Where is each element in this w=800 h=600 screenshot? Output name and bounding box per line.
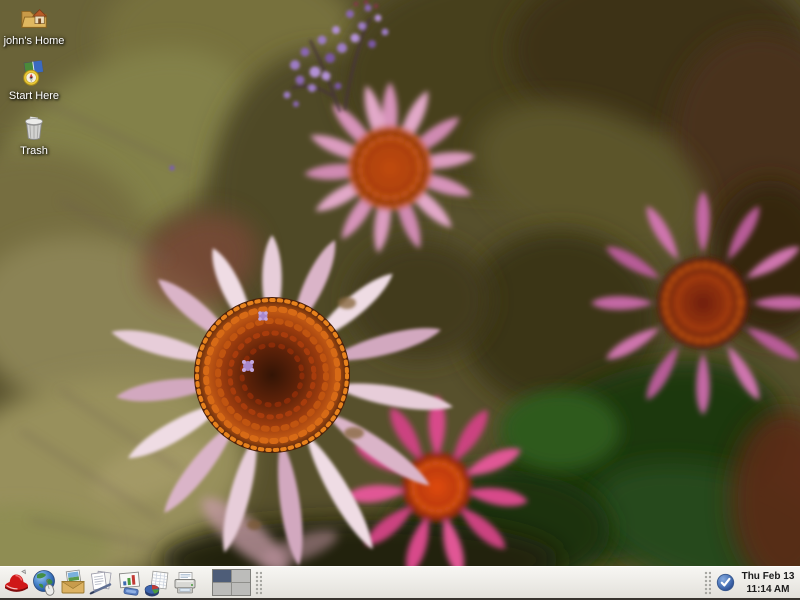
- desktop-icon-start-here[interactable]: Start Here: [2, 58, 66, 102]
- presentation-chart-icon: [115, 569, 143, 597]
- main-menu-button[interactable]: [3, 569, 31, 597]
- spreadsheet-launcher[interactable]: [143, 569, 171, 597]
- workspace-3[interactable]: [213, 583, 231, 595]
- panel-launchers: [3, 568, 262, 597]
- start-here-icon: [18, 58, 50, 88]
- email-envelope-icon: [59, 569, 87, 597]
- desktop-icon-label: Start Here: [9, 90, 59, 102]
- clock-time: 11:14 AM: [740, 583, 796, 596]
- writer-documents-icon: [87, 569, 115, 597]
- update-check-icon: [716, 573, 735, 592]
- panel-drag-handle-left[interactable]: [255, 571, 262, 595]
- workspace-2[interactable]: [232, 570, 250, 582]
- panel-tray: Thu Feb 13 11:14 AM: [704, 568, 798, 597]
- workspace-4[interactable]: [232, 583, 250, 595]
- panel-drag-handle-right[interactable]: [704, 571, 711, 595]
- email-launcher[interactable]: [59, 569, 87, 597]
- trash-icon: [18, 113, 50, 143]
- desktop-icon-home[interactable]: john's Home: [2, 3, 66, 47]
- update-notification-button[interactable]: [715, 573, 735, 593]
- red-hat-menu-icon: [3, 569, 31, 597]
- home-folder-icon: [18, 3, 50, 33]
- desktop-icon-label: john's Home: [4, 35, 65, 47]
- wallpaper-flowers: [0, 0, 800, 566]
- screen: john's Home Start Her: [0, 0, 800, 600]
- clock-date: Thu Feb 13: [740, 570, 796, 583]
- workspace-1[interactable]: [213, 570, 231, 582]
- bottom-panel: Thu Feb 13 11:14 AM: [0, 566, 800, 600]
- presentation-launcher[interactable]: [115, 569, 143, 597]
- workspace-switcher: [212, 569, 251, 596]
- web-browser-launcher[interactable]: [31, 569, 59, 597]
- web-browser-globe-icon: [31, 569, 59, 597]
- desktop[interactable]: john's Home Start Her: [0, 0, 800, 566]
- printer-icon: [171, 569, 199, 597]
- clock-applet[interactable]: Thu Feb 13 11:14 AM: [740, 570, 798, 596]
- desktop-icon-label: Trash: [20, 145, 48, 157]
- word-processor-launcher[interactable]: [87, 569, 115, 597]
- desktop-icon-trash[interactable]: Trash: [2, 113, 66, 157]
- print-manager-launcher[interactable]: [171, 569, 199, 597]
- spreadsheet-pie-icon: [143, 569, 171, 597]
- desktop-icon-column: john's Home Start Her: [2, 3, 66, 168]
